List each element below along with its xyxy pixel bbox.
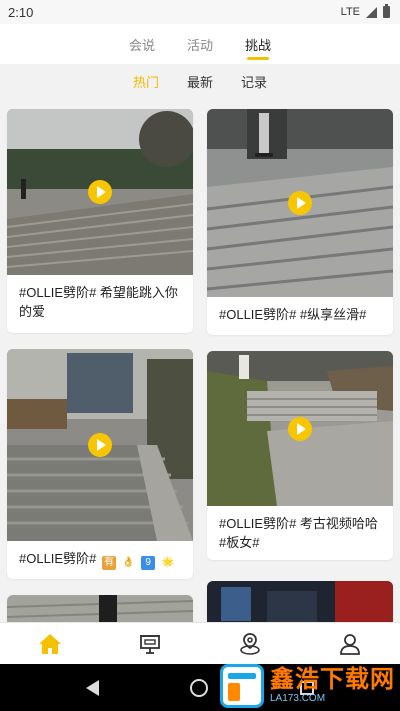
watermark-text: 鑫浩下载网 LA173.COM — [270, 665, 395, 704]
nav-home[interactable] — [25, 626, 75, 662]
video-thumbnail[interactable] — [207, 109, 393, 297]
status-bar: 2:10 LTE — [0, 0, 400, 24]
watermark-title: 鑫浩下载网 — [270, 665, 395, 693]
signal-icon — [366, 6, 377, 18]
nav-location[interactable] — [225, 626, 275, 662]
play-icon[interactable] — [88, 180, 112, 204]
play-icon[interactable] — [288, 191, 312, 215]
site-watermark: 鑫浩下载网 LA173.COM — [220, 660, 400, 711]
battery-icon — [383, 4, 390, 18]
video-card[interactable]: #OLLIE劈阶# 考古视频哈哈#板女# — [207, 351, 393, 560]
thumbnail-image — [207, 581, 393, 622]
video-thumbnail[interactable] — [7, 109, 193, 275]
watermark-logo-icon — [220, 663, 264, 708]
video-thumbnail[interactable] — [207, 581, 393, 622]
card-caption: #OLLIE劈阶# #纵享丝滑# — [219, 307, 367, 322]
system-home-icon[interactable] — [190, 678, 209, 697]
card-caption: #OLLIE劈阶# 希望能跳入你的爱 — [19, 285, 178, 319]
play-icon[interactable] — [88, 433, 112, 457]
nav-presentation[interactable] — [125, 626, 175, 662]
video-card[interactable] — [7, 595, 193, 622]
video-card[interactable]: #OLLIE劈阶# #纵享丝滑# — [207, 109, 393, 335]
video-thumbnail[interactable] — [207, 351, 393, 506]
emoji-nine: 9 — [141, 556, 156, 570]
status-time: 2:10 — [8, 4, 34, 20]
top-tab-bar: 会说 活动 挑战 — [0, 24, 400, 64]
emoji-star: 🌟 — [161, 557, 175, 568]
system-back-icon[interactable] — [85, 679, 99, 696]
bottom-nav-bar — [0, 622, 400, 664]
caption-text: #OLLIE劈阶# — [19, 551, 97, 566]
card-caption: #OLLIE劈阶# 有 👌 9 🌟 — [7, 541, 193, 578]
video-card[interactable] — [207, 581, 393, 622]
location-icon — [240, 632, 260, 655]
subtab-latest[interactable]: 最新 — [187, 72, 213, 91]
subtab-hot[interactable]: 热门 — [133, 72, 159, 91]
card-caption: #OLLIE劈阶# 考古视频哈哈#板女# — [219, 516, 378, 550]
video-card[interactable]: #OLLIE劈阶# 有 👌 9 🌟 — [7, 349, 193, 579]
emoji-you: 有 — [101, 556, 116, 570]
video-feed[interactable]: #OLLIE劈阶# 希望能跳入你的爱 #OLLIE劈阶# #纵享丝滑# #OLL… — [0, 98, 400, 622]
profile-icon — [340, 633, 360, 655]
tab-huodong[interactable]: 活动 — [185, 29, 215, 60]
thumbnail-image — [7, 595, 193, 622]
video-thumbnail[interactable] — [7, 349, 193, 541]
video-card[interactable]: #OLLIE劈阶# 希望能跳入你的爱 — [7, 109, 193, 333]
tab-tiaozhan[interactable]: 挑战 — [243, 29, 273, 60]
watermark-subtitle: LA173.COM — [270, 692, 326, 704]
status-indicators: LTE — [340, 4, 390, 18]
play-icon[interactable] — [288, 416, 312, 441]
video-thumbnail[interactable] — [7, 595, 193, 622]
subtab-records[interactable]: 记录 — [241, 72, 267, 91]
network-label: LTE — [340, 6, 360, 18]
presentation-icon — [140, 634, 160, 654]
tab-huishuo[interactable]: 会说 — [127, 29, 157, 60]
home-icon — [39, 633, 61, 654]
nav-profile[interactable] — [325, 626, 375, 662]
sub-tab-bar: 热门 最新 记录 — [0, 64, 400, 98]
emoji-ok-hand: 👌 — [122, 557, 135, 568]
